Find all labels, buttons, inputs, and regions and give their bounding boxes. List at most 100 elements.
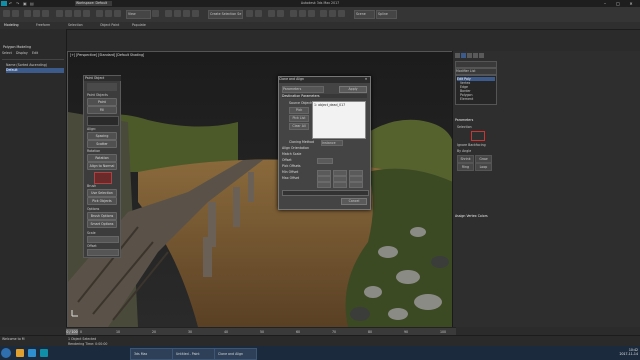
fill-button[interactable]: Fill [87, 106, 117, 114]
by-angle-checkbox[interactable]: By Angle [457, 149, 493, 153]
spacing-button[interactable]: Spacing [87, 132, 117, 140]
region-icon[interactable] [83, 10, 90, 17]
render-icon[interactable] [338, 10, 345, 17]
task-paint[interactable]: Untitled - Paint [172, 348, 215, 360]
spline-label[interactable]: Spline [376, 10, 397, 19]
pick-objects-button[interactable]: Pick Objects [87, 197, 117, 205]
scatter-button[interactable]: Scatter [87, 140, 117, 148]
display-tab-icon[interactable] [479, 53, 484, 58]
select-filter[interactable] [56, 10, 63, 17]
rollout-title[interactable]: Parameters [455, 118, 495, 122]
create-tab-icon[interactable] [455, 53, 460, 58]
mirror-icon[interactable] [246, 10, 253, 17]
assign-vertex-colors-rollout[interactable]: Assign Vertex Colors [455, 214, 495, 218]
scale-spinner[interactable] [87, 236, 119, 243]
rot-x-spinner[interactable] [317, 182, 331, 188]
open-icon[interactable]: ▤ [30, 1, 34, 6]
start-button[interactable] [1, 348, 11, 358]
brush-icon-row[interactable] [87, 83, 117, 91]
redo-icon[interactable]: ↷ [16, 1, 19, 6]
tab-selection[interactable]: Selection [68, 23, 88, 28]
ring-button[interactable]: Ring [457, 163, 474, 171]
layer-icon[interactable] [268, 10, 275, 17]
list-item-selected[interactable]: Default [6, 68, 64, 73]
offset-x-spinner[interactable] [317, 158, 333, 164]
tab-freeform[interactable]: Freeform [36, 23, 56, 28]
stack-item[interactable]: Element [460, 97, 494, 101]
object-list[interactable] [87, 116, 119, 126]
viewport-label[interactable]: [+] [Perspective] [Standard] [Default Sh… [70, 53, 190, 58]
section-header[interactable]: Destination Parameters [282, 94, 367, 98]
pivot-icon[interactable] [152, 10, 159, 17]
select-by-name-icon[interactable] [74, 10, 81, 17]
app-logo-icon[interactable] [1, 1, 7, 6]
shrink-button[interactable]: Shrink [457, 155, 474, 163]
spinner-snap-icon[interactable] [192, 10, 199, 17]
reference-coord-dropdown[interactable]: View [126, 10, 151, 19]
paint-button[interactable]: Paint [87, 98, 117, 106]
list-item[interactable]: Name (Sorted Ascending) [6, 63, 64, 67]
link-icon[interactable] [24, 10, 31, 17]
align-icon[interactable] [255, 10, 262, 17]
tab-select[interactable]: Select [2, 51, 14, 55]
object-name-field[interactable] [455, 61, 497, 68]
render-frame-icon[interactable] [329, 10, 336, 17]
tab-populate[interactable]: Populate [132, 23, 152, 28]
workspace-label[interactable]: Scene [354, 10, 375, 19]
browser-icon[interactable] [28, 349, 36, 357]
rot-y-spinner[interactable] [333, 182, 347, 188]
pick-button[interactable]: Pick [289, 107, 309, 114]
motion-tab-icon[interactable] [473, 53, 478, 58]
cancel-button[interactable]: Cancel [341, 198, 367, 205]
rot-z-spinner[interactable] [349, 182, 363, 188]
bind-icon[interactable] [42, 10, 49, 17]
tab-object-paint[interactable]: Object Paint [100, 23, 124, 28]
curve-editor-icon[interactable] [290, 10, 297, 17]
tab-modeling[interactable]: Modeling [4, 23, 24, 28]
explorer-icon[interactable] [16, 349, 24, 357]
ignore-backfacing-checkbox[interactable]: Ignore Backfacing [457, 143, 493, 147]
material-editor-icon[interactable] [308, 10, 315, 17]
graphite-icon[interactable] [277, 10, 284, 17]
task-dialog[interactable]: Clone and Align [214, 348, 257, 360]
rotate-icon[interactable] [105, 10, 112, 17]
undo-button[interactable] [3, 10, 10, 17]
tab-edit[interactable]: Edit [32, 51, 42, 55]
scale-icon[interactable] [114, 10, 121, 17]
hierarchy-tab-icon[interactable] [467, 53, 472, 58]
perspective-viewport[interactable]: [+] [Perspective] [Standard] [Default Sh… [67, 51, 454, 328]
undo-icon[interactable]: ↶ [9, 1, 12, 6]
brush-options-button[interactable]: Brush Options [87, 212, 117, 220]
pick-list-button[interactable]: Pick List [289, 115, 309, 122]
snap-icon[interactable] [165, 10, 172, 17]
named-selection-dropdown[interactable]: Create Selection Se [208, 10, 243, 19]
maximize-button[interactable]: □ [613, 1, 623, 6]
close-button[interactable]: ✕ [626, 1, 636, 6]
minimize-button[interactable]: – [600, 1, 610, 6]
grow-button[interactable]: Grow [475, 155, 492, 163]
smart-options-button[interactable]: Smart Options [87, 220, 117, 228]
dialog-close-icon[interactable]: ✕ [363, 77, 369, 83]
modify-tab-icon[interactable] [461, 53, 466, 58]
offset-spinner[interactable] [87, 249, 119, 256]
percent-snap-icon[interactable] [183, 10, 190, 17]
quick-access-toolbar[interactable]: ↶ ↷ ▣ ▤ [9, 1, 69, 6]
select-icon[interactable] [65, 10, 72, 17]
workspace-tab[interactable]: Workspace: Default [75, 1, 112, 6]
loop-button[interactable]: Loop [475, 163, 492, 171]
list-item[interactable]: 1: object_dead_017 [314, 103, 364, 107]
render-setup-icon[interactable] [320, 10, 327, 17]
save-icon[interactable]: ▣ [23, 1, 27, 6]
move-icon[interactable] [96, 10, 103, 17]
source-list[interactable]: 1: object_dead_017 [312, 101, 366, 139]
tab-display[interactable]: Display [16, 51, 30, 55]
use-selection-button[interactable]: Use Selection [87, 189, 117, 197]
apply-button[interactable]: Apply [339, 86, 367, 93]
unlink-icon[interactable] [33, 10, 40, 17]
modifier-stack[interactable]: Edit Poly Vertex Edge Border Polygon Ele… [455, 75, 497, 105]
modifier-list-dropdown[interactable]: Modifier List [455, 68, 497, 75]
redo-button[interactable] [12, 10, 19, 17]
angle-snap-icon[interactable] [174, 10, 181, 17]
selection-mode-icon[interactable] [471, 131, 485, 141]
schematic-icon[interactable] [299, 10, 306, 17]
